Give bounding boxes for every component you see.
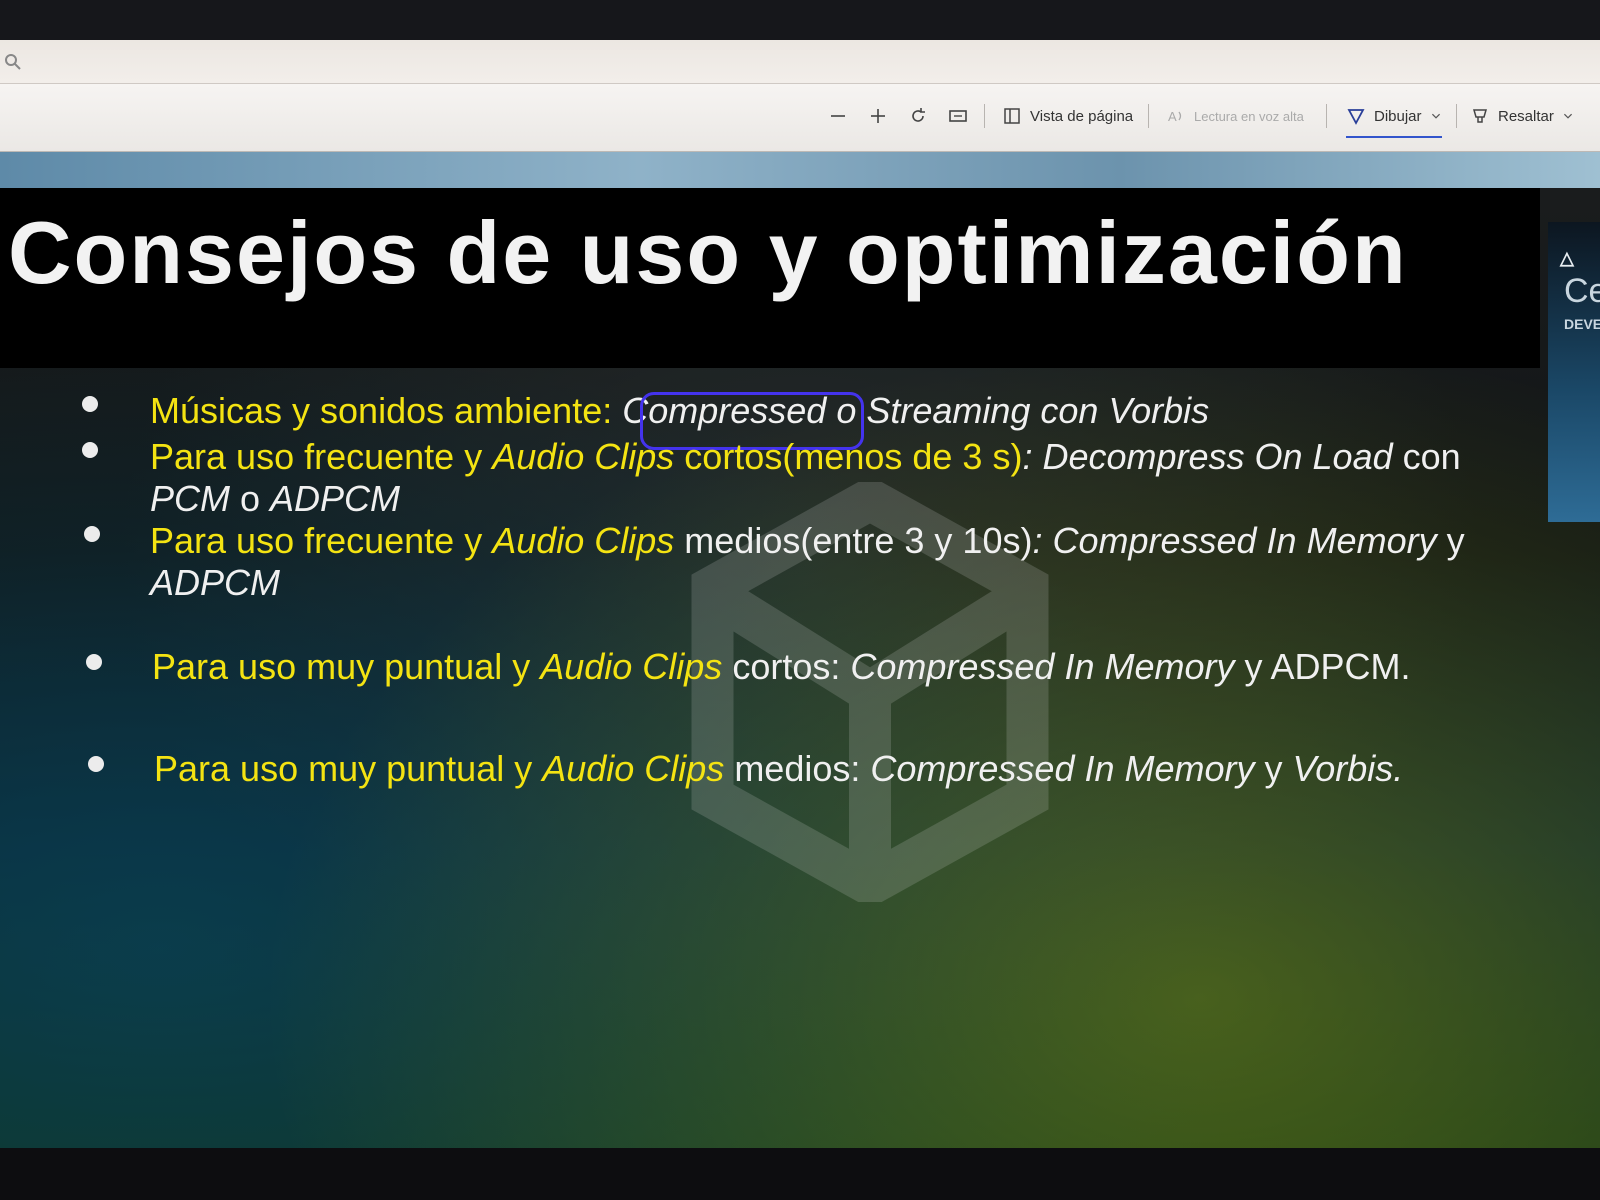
slide-title: Consejos de uso y optimización bbox=[8, 203, 1408, 302]
bullet-3-part: ADPCM bbox=[150, 562, 281, 603]
badge-dev-text: DEVE bbox=[1564, 316, 1600, 332]
bullet-2-part: o bbox=[230, 478, 271, 519]
slide-header-photo bbox=[0, 152, 1600, 188]
read-aloud-button[interactable]: A Lectura en voz alta bbox=[1166, 98, 1304, 134]
bullet-2-part: ADPCM bbox=[270, 478, 401, 519]
bullet-4-part: cortos bbox=[722, 646, 831, 687]
bullet-4-text: Para uso muy puntual y Audio Clips corto… bbox=[152, 646, 1411, 688]
bullet-2-part: PCM bbox=[150, 478, 230, 519]
bullet-3-part: y bbox=[1436, 520, 1465, 561]
highlight-label: Resaltar bbox=[1498, 107, 1554, 125]
bullet-5-part: Audio Clips bbox=[542, 748, 725, 789]
toolbar-divider bbox=[1148, 104, 1149, 128]
chevron-down-icon bbox=[1563, 113, 1572, 119]
badge-ce-text: Ce bbox=[1564, 272, 1600, 310]
bullet-1-part: o Streaming con Vorbis bbox=[826, 390, 1210, 431]
bullet-2-part: : Decompress On Load bbox=[1022, 436, 1393, 477]
pdf-viewer-window: Vista de página A Lectura en voz alta Di… bbox=[0, 40, 1600, 1148]
bullet-3-part: Para uso frecuente y bbox=[150, 520, 493, 561]
bullet-5-part: Para uso muy puntual y bbox=[154, 748, 543, 789]
bullet-4-part: : bbox=[830, 646, 851, 687]
rotate-button[interactable] bbox=[908, 98, 928, 134]
bullet-5-part: Vorbis. bbox=[1292, 748, 1404, 789]
bullet-dot bbox=[82, 396, 98, 412]
bullet-5-part: Compressed In Memory bbox=[870, 748, 1255, 789]
bullet-3-text: Para uso frecuente y Audio Clips medios(… bbox=[150, 520, 1465, 562]
bullet-3-part: : Compressed In Memory bbox=[1032, 520, 1437, 561]
draw-button[interactable]: Dibujar bbox=[1346, 98, 1442, 138]
bullet-4-part: Compressed In Memory bbox=[850, 646, 1235, 687]
draw-active-indicator bbox=[1346, 136, 1442, 138]
toolbar-divider bbox=[1456, 104, 1457, 128]
bullet-3-part: Audio Clips bbox=[492, 520, 675, 561]
plus-icon bbox=[871, 109, 885, 123]
bullet-3-part: medios(entre 3 y 10s) bbox=[674, 520, 1033, 561]
bullet-2-part: cortos(menos de 3 s) bbox=[674, 436, 1023, 477]
bullet-2-text-cont: PCM o ADPCM bbox=[150, 478, 400, 520]
page-view-icon bbox=[1004, 108, 1020, 124]
bullet-4-part: Audio Clips bbox=[540, 646, 723, 687]
bullet-5-text: Para uso muy puntual y Audio Clips medio… bbox=[154, 748, 1403, 790]
bullet-1-part: Músicas y sonidos ambiente: bbox=[150, 390, 623, 431]
fit-width-button[interactable] bbox=[948, 98, 968, 134]
zoom-out-button[interactable] bbox=[828, 98, 848, 134]
highlighter-icon bbox=[1473, 109, 1487, 123]
draw-pen-icon bbox=[1347, 109, 1365, 125]
bullet-5-part: medios bbox=[724, 748, 851, 789]
page-view-label: Vista de página bbox=[1030, 107, 1134, 125]
bullet-3-text-cont: ADPCM bbox=[150, 562, 280, 604]
monitor-bezel-top bbox=[0, 0, 1600, 40]
draw-label: Dibujar bbox=[1374, 107, 1422, 125]
search-icon bbox=[5, 54, 21, 70]
pdf-toolbar: Vista de página A Lectura en voz alta Di… bbox=[0, 84, 1600, 152]
address-bar[interactable] bbox=[0, 40, 1600, 84]
bullet-2-part: Para uso frecuente y bbox=[150, 436, 493, 477]
toolbar-divider bbox=[984, 104, 985, 128]
unity-certified-badge: △ Ce DEVE bbox=[1548, 222, 1600, 522]
bullet-5-part: : bbox=[850, 748, 871, 789]
bullet-2-part: Audio Clips bbox=[492, 436, 675, 477]
highlight-button[interactable]: Resaltar bbox=[1470, 98, 1574, 134]
presentation-slide: Consejos de uso y optimización △ Ce DEVE… bbox=[0, 152, 1600, 1148]
bullet-2-text: Para uso frecuente y Audio Clips cortos(… bbox=[150, 436, 1461, 478]
zoom-in-button[interactable] bbox=[868, 98, 888, 134]
bullet-dot bbox=[86, 654, 102, 670]
rotate-icon bbox=[912, 108, 925, 122]
bullet-dot bbox=[84, 526, 100, 542]
bullet-dot bbox=[82, 442, 98, 458]
svg-text:A: A bbox=[1168, 109, 1177, 124]
bullet-5-part: y bbox=[1254, 748, 1293, 789]
monitor-bezel-bottom bbox=[0, 1148, 1600, 1200]
bullet-4-part: Para uso muy puntual y bbox=[152, 646, 541, 687]
unity-logo-icon: △ bbox=[1560, 248, 1574, 268]
read-aloud-icon: A bbox=[1168, 109, 1182, 124]
minus-icon bbox=[831, 115, 845, 117]
bullet-4-part: y ADPCM. bbox=[1234, 646, 1411, 687]
page-view-button[interactable]: Vista de página bbox=[1002, 98, 1133, 134]
bullet-2-part: con bbox=[1392, 436, 1461, 477]
chevron-down-icon bbox=[1431, 113, 1440, 119]
fit-width-icon bbox=[949, 110, 967, 122]
bullet-dot bbox=[88, 756, 104, 772]
toolbar-divider bbox=[1326, 104, 1327, 128]
read-aloud-label: Lectura en voz alta bbox=[1194, 108, 1304, 124]
